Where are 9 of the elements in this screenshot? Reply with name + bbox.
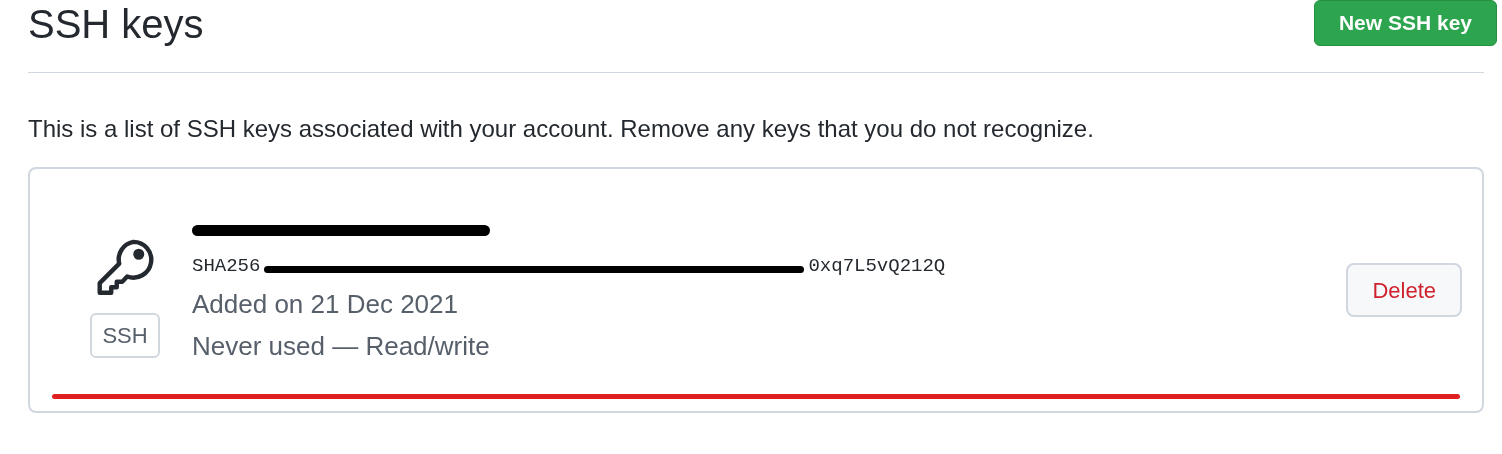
fingerprint-text: 0xq7L5vQ212Q	[808, 253, 946, 278]
fingerprint-text: SHA256	[192, 253, 261, 278]
description-text: This is a list of SSH keys associated with your account. Remove any keys that you do not recognize.	[28, 114, 1095, 144]
delete-button[interactable]: Delete	[1346, 263, 1462, 317]
added-date-text: Added on 21 Dec 2021	[192, 287, 459, 321]
new-ssh-key-button[interactable]: New SSH key	[1313, 0, 1497, 46]
usage-text: Never used — Read/write	[192, 329, 491, 363]
page-title: SSH keys	[28, 1, 204, 48]
ssh-badge: SSH	[90, 312, 160, 358]
